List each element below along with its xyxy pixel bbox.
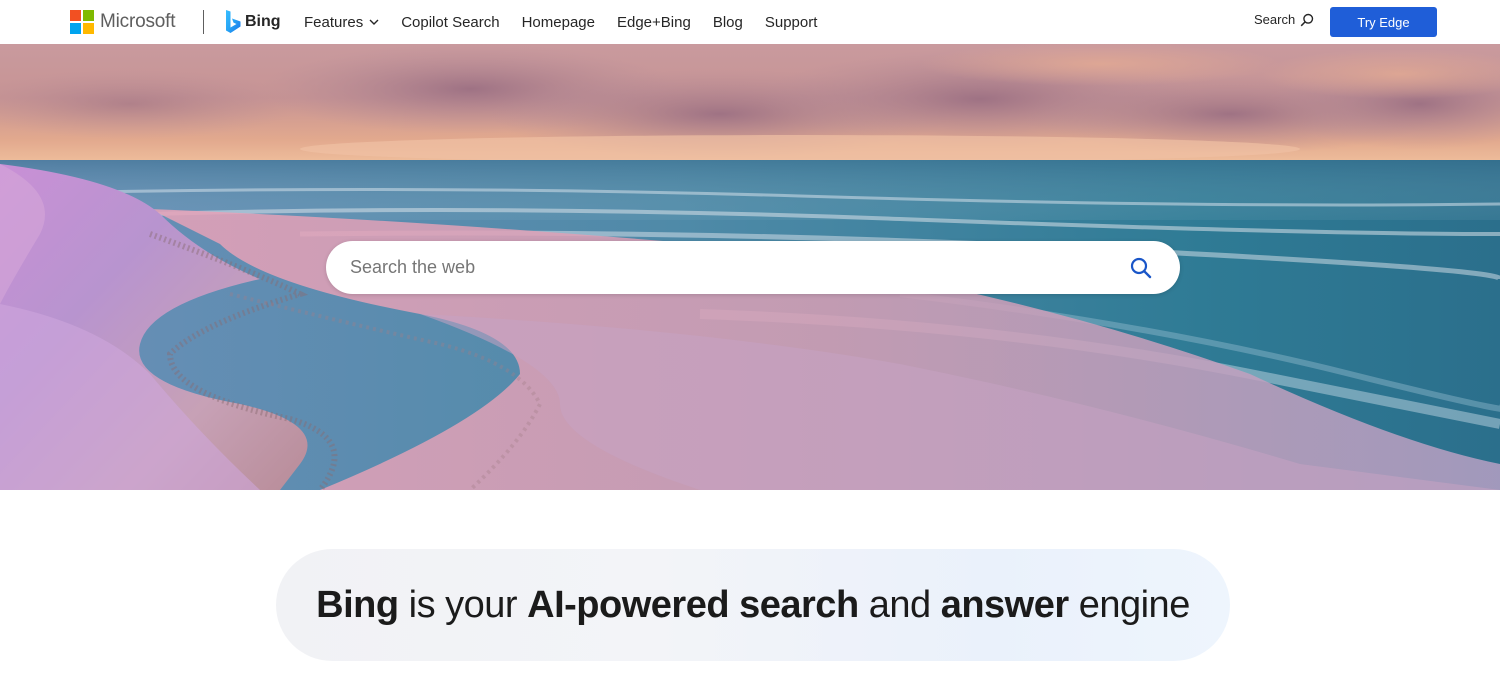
nav-item-support[interactable]: Support bbox=[765, 14, 818, 31]
nav-item-blog[interactable]: Blog bbox=[713, 14, 743, 31]
nav-item-label: Homepage bbox=[521, 13, 595, 31]
bing-logo-icon bbox=[226, 10, 241, 33]
tagline-part: engine bbox=[1068, 583, 1191, 626]
search-icon bbox=[1130, 257, 1152, 279]
site-header: Microsoft Bing Features Copilot Search H… bbox=[0, 0, 1500, 44]
tagline-heading: Bing is your AI-powered search and answe… bbox=[316, 584, 1190, 627]
search-input[interactable] bbox=[350, 257, 1110, 278]
nav-item-label: Support bbox=[764, 13, 818, 31]
search-icon bbox=[1300, 13, 1314, 27]
header-search-button[interactable]: Search bbox=[1254, 12, 1314, 27]
header-search-label: Search bbox=[1254, 12, 1296, 27]
bing-logo[interactable]: Bing bbox=[224, 9, 281, 35]
try-edge-button[interactable]: Try Edge bbox=[1330, 7, 1437, 37]
microsoft-wordmark: Microsoft bbox=[100, 11, 176, 32]
nav-item-label: Edge+Bing bbox=[616, 13, 691, 31]
tagline-part: Bing bbox=[316, 583, 399, 626]
tagline-part: is your bbox=[398, 583, 528, 626]
nav-item-label: Copilot Search bbox=[401, 13, 500, 31]
microsoft-logo-icon bbox=[70, 10, 94, 34]
microsoft-logo[interactable]: Microsoft bbox=[70, 10, 175, 34]
nav-item-copilot-search[interactable]: Copilot Search bbox=[401, 14, 499, 31]
main-nav: Features Copilot Search Homepage Edge+Bi… bbox=[304, 0, 839, 44]
tagline-part: and bbox=[858, 583, 941, 626]
nav-item-features[interactable]: Features bbox=[304, 14, 379, 31]
hero-banner bbox=[0, 44, 1500, 490]
nav-item-edge-bing[interactable]: Edge+Bing bbox=[617, 14, 691, 31]
chevron-down-icon bbox=[369, 19, 379, 25]
bing-wordmark: Bing bbox=[245, 13, 281, 30]
nav-item-label: Blog bbox=[712, 13, 743, 31]
nav-item-homepage[interactable]: Homepage bbox=[522, 14, 595, 31]
search-submit-button[interactable] bbox=[1128, 255, 1154, 281]
nav-item-label: Features bbox=[304, 13, 364, 31]
tagline-banner: Bing is your AI-powered search and answe… bbox=[276, 549, 1230, 661]
tagline-part: AI-powered search bbox=[527, 583, 859, 626]
logo-divider bbox=[203, 10, 204, 34]
tagline-part: answer bbox=[940, 583, 1069, 626]
web-search-box[interactable] bbox=[326, 241, 1180, 294]
